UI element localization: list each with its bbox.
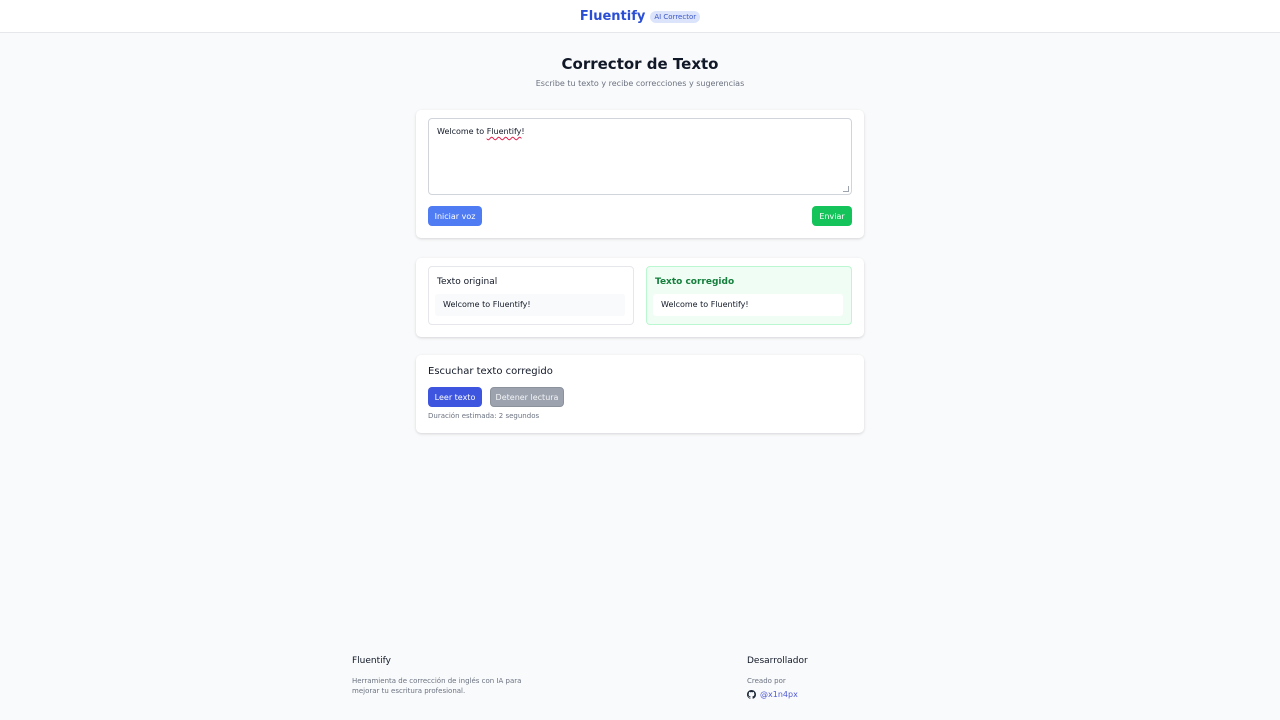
original-text-value: Welcome to Fluentify!	[435, 294, 625, 316]
created-by-label: Creado por	[747, 677, 786, 685]
corrected-text-value: Welcome to Fluentify!	[653, 294, 843, 316]
brand-logo[interactable]: Fluentify	[580, 9, 645, 24]
input-card: Welcome to Fluentify! Iniciar voz Enviar	[416, 110, 864, 238]
estimated-duration: Duración estimada: 2 segundos	[428, 412, 540, 420]
author-link[interactable]: @x1n4px	[747, 690, 907, 699]
input-text-end: !	[521, 127, 525, 136]
footer-description: Herramienta de corrección de inglés con …	[352, 677, 522, 695]
footer-about: Fluentify Herramienta de corrección de i…	[352, 656, 532, 696]
read-text-button[interactable]: Leer texto	[428, 387, 482, 407]
corrected-text-heading: Texto corregido	[655, 277, 735, 287]
original-text-panel: Texto original Welcome to Fluentify!	[428, 266, 634, 325]
input-text-start: Welcome to	[437, 127, 487, 136]
original-text-heading: Texto original	[437, 277, 498, 287]
brand-badge: AI Corrector	[650, 10, 701, 23]
audio-card: Escuchar texto corregido Leer texto Dete…	[416, 355, 864, 433]
send-button[interactable]: Enviar	[812, 206, 852, 226]
top-navbar: Fluentify AI Corrector	[0, 0, 1280, 33]
resize-handle[interactable]	[843, 186, 849, 192]
author-link-label: @x1n4px	[760, 690, 798, 699]
text-input[interactable]: Welcome to Fluentify!	[428, 118, 852, 195]
developer-heading: Desarrollador	[747, 656, 808, 666]
comparison-card: Texto original Welcome to Fluentify! Tex…	[416, 258, 864, 337]
page-subtitle: Escribe tu texto y recibe correcciones y…	[535, 79, 745, 88]
page-title: Corrector de Texto	[561, 55, 719, 73]
start-voice-button[interactable]: Iniciar voz	[428, 206, 482, 226]
misspelled-word: Fluentify	[486, 127, 522, 136]
audio-heading: Escuchar texto corregido	[428, 366, 553, 377]
footer-developer: Desarrollador Creado por @x1n4px	[747, 656, 907, 699]
footer-brand: Fluentify	[352, 656, 391, 666]
stop-reading-button[interactable]: Detener lectura	[490, 387, 564, 407]
corrected-text-panel: Texto corregido Welcome to Fluentify!	[646, 266, 852, 325]
github-icon	[747, 690, 756, 699]
